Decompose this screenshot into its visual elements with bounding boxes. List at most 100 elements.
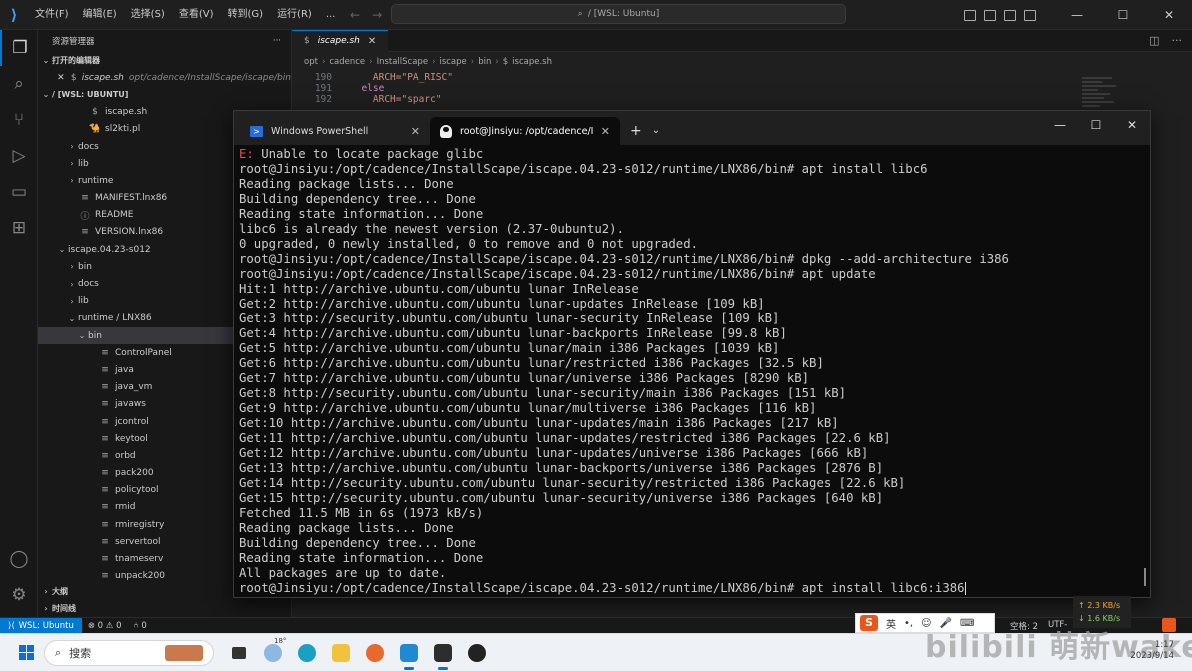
taskbar-search[interactable]: ⌕ 搜索: [44, 639, 214, 666]
open-editor-filename: iscape.sh: [81, 72, 124, 83]
breadcrumb-item[interactable]: iscape: [439, 57, 466, 67]
close-icon[interactable]: ✕: [1114, 111, 1150, 139]
tree-item-label: java: [115, 364, 134, 375]
punctuation-icon[interactable]: •,: [904, 618, 913, 629]
code-text: else: [350, 83, 385, 94]
activity-bar: ❐ ⌕ ⑂ ▷ ▭ ⊞ ◯ ⚙: [0, 30, 38, 617]
terminal-line: Get:14 http://security.ubuntu.com/ubuntu…: [239, 475, 906, 490]
run-debug-icon[interactable]: ▷: [0, 138, 38, 174]
vscode-icon[interactable]: [392, 634, 426, 671]
tree-item-label: policytool: [115, 485, 159, 496]
tab-iscape-sh[interactable]: $ iscape.sh ✕: [292, 29, 389, 52]
customize-layout-icon[interactable]: [1024, 9, 1036, 21]
close-icon[interactable]: ✕: [56, 73, 66, 83]
workspace-root-section[interactable]: ⌄ / [WSL: UBUNTU]: [38, 86, 291, 103]
forward-arrow-icon[interactable]: →: [372, 8, 382, 22]
terminal-line: Unable to locate package glibc: [253, 147, 484, 161]
new-tab-icon[interactable]: +: [620, 117, 652, 145]
minimize-icon[interactable]: —: [1042, 111, 1078, 139]
back-arrow-icon[interactable]: ←: [350, 8, 360, 22]
ports-indicator[interactable]: ⑃ 0: [128, 621, 153, 631]
tab-ubuntu[interactable]: root@Jinsiyu: /opt/cadence/I ✕: [430, 117, 620, 145]
sogou-icon[interactable]: S: [860, 615, 878, 631]
close-tab-icon[interactable]: ✕: [368, 36, 376, 47]
more-actions-icon[interactable]: ···: [273, 36, 281, 46]
start-button[interactable]: [8, 634, 44, 671]
tree-item-label: bin: [88, 330, 102, 341]
breadcrumb-item[interactable]: InstallScape: [377, 57, 429, 67]
menu-more[interactable]: ...: [319, 0, 343, 30]
search-view-icon[interactable]: ⌕: [0, 66, 38, 102]
terminal-icon[interactable]: [426, 634, 460, 671]
tab-powershell[interactable]: > Windows PowerShell ✕: [240, 117, 430, 145]
code-line: 192 ARCH="sparc": [302, 94, 1192, 105]
open-editors-section[interactable]: ⌄ 打开的编辑器: [38, 52, 291, 69]
breadcrumb-item[interactable]: bin: [478, 57, 491, 67]
menu-run[interactable]: 运行(R): [270, 0, 319, 30]
toggle-sidebar-icon[interactable]: [964, 9, 976, 21]
weather-icon[interactable]: 18°: [256, 634, 290, 671]
menu-view[interactable]: 查看(V): [172, 0, 221, 30]
chevron-down-icon: ⌄: [58, 245, 66, 255]
terminal-line: Reading package lists... Done: [239, 176, 454, 191]
maximize-icon[interactable]: ☐: [1100, 8, 1146, 22]
terminal-line: Fetched 11.5 MB in 6s (1973 kB/s): [239, 505, 484, 520]
source-control-icon[interactable]: ⑂: [0, 102, 38, 138]
chevron-right-icon: ›: [70, 176, 74, 186]
close-tab-icon[interactable]: ✕: [601, 125, 610, 138]
account-icon[interactable]: ◯: [0, 541, 38, 577]
maximize-icon[interactable]: ☐: [1078, 111, 1114, 139]
task-view-icon[interactable]: [222, 634, 256, 671]
settings-gear-icon[interactable]: ⚙: [0, 577, 38, 613]
open-editor-item[interactable]: ✕ $ iscape.sh opt/cadence/InstallScape/i…: [38, 69, 291, 86]
file-icon: ≡: [101, 433, 109, 444]
tree-item-label: docs: [78, 141, 99, 152]
system-clock[interactable]: 1:17 2023/9/14: [1130, 640, 1174, 662]
chevron-down-icon[interactable]: ⌄: [652, 117, 660, 145]
file-explorer-icon[interactable]: [324, 634, 358, 671]
tree-item-label: java_vm: [115, 382, 153, 393]
menu-go[interactable]: 转到(G): [221, 0, 271, 30]
close-tab-icon[interactable]: ✕: [411, 125, 420, 138]
file-icon: ≡: [101, 554, 109, 565]
minimize-icon[interactable]: —: [1054, 8, 1100, 22]
breadcrumb-item[interactable]: cadence: [329, 57, 365, 67]
explorer-header: 资源管理器 ···: [38, 30, 291, 52]
terminal-line: Get:5 http://archive.ubuntu.com/ubuntu l…: [239, 341, 780, 356]
menu-selection[interactable]: 选择(S): [124, 0, 172, 30]
menu-file[interactable]: 文件(F): [28, 0, 76, 30]
remote-indicator[interactable]: ⟩⟨ WSL: Ubuntu: [0, 617, 82, 634]
more-actions-icon[interactable]: ···: [1172, 34, 1183, 47]
clock-date: 2023/9/14: [1130, 651, 1174, 661]
terminal-output[interactable]: E: Unable to locate package glibc root@J…: [234, 145, 1150, 598]
explorer-icon[interactable]: ❐: [0, 30, 38, 66]
tree-item-label: pack200: [115, 468, 154, 479]
problems-indicator[interactable]: ⊗ 0 ⚠ 0: [82, 621, 128, 631]
remote-explorer-icon[interactable]: ▭: [0, 174, 38, 210]
breadcrumb-item[interactable]: opt: [304, 57, 318, 67]
command-center[interactable]: ⌕ / [WSL: Ubuntu]: [391, 4, 846, 24]
breadcrumb-item[interactable]: iscape.sh: [512, 57, 552, 67]
toggle-panel-icon[interactable]: [984, 9, 996, 21]
close-icon[interactable]: ✕: [1146, 8, 1192, 22]
tree-item-label: servertool: [115, 536, 161, 547]
extensions-icon[interactable]: ⊞: [0, 210, 38, 246]
terminal-line: root@Jinsiyu:/opt/cadence/InstallScape/i…: [239, 161, 928, 176]
terminal-line: Building dependency tree... Done: [239, 191, 476, 206]
code-view[interactable]: 190 ARCH="PA_RISC" 191 else 192 ARCH="sp…: [292, 72, 1192, 105]
file-icon: ≡: [101, 519, 109, 530]
app-icon[interactable]: [460, 634, 494, 671]
split-editor-icon[interactable]: ◫: [1149, 34, 1159, 47]
timeline-section[interactable]: › 时间线: [38, 600, 291, 617]
firefox-icon[interactable]: [358, 634, 392, 671]
open-editors-label: 打开的编辑器: [52, 56, 100, 66]
tree-item-label: iscape.sh: [105, 107, 148, 118]
menu-edit[interactable]: 编辑(E): [76, 0, 124, 30]
ime-language[interactable]: 英: [886, 616, 896, 631]
edge-icon[interactable]: [290, 634, 324, 671]
toggle-secondary-sidebar-icon[interactable]: [1004, 9, 1016, 21]
breadcrumb: opt › cadence › InstallScape › iscape › bin ›…: [304, 57, 552, 67]
remote-icon: ⟩⟨: [8, 620, 15, 631]
terminal-scrollbar[interactable]: [1144, 568, 1146, 586]
terminal-line: Get:13 http://archive.ubuntu.com/ubuntu …: [239, 461, 884, 476]
